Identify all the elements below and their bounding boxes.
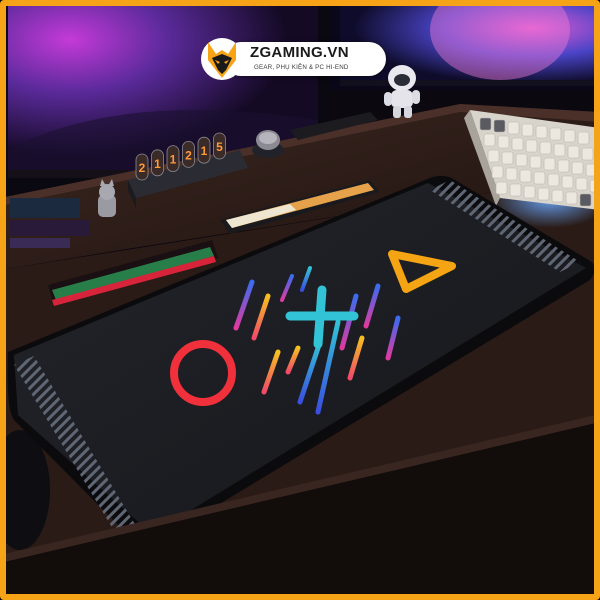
keycap xyxy=(509,183,522,197)
nixie-tube: 1 xyxy=(166,145,180,173)
keycap xyxy=(543,157,556,171)
keycap xyxy=(491,165,504,179)
nixie-digit: 2 xyxy=(139,161,146,175)
nixie-digit: 2 xyxy=(185,148,192,162)
keycap xyxy=(493,119,506,133)
keycap xyxy=(557,159,570,173)
keycap xyxy=(483,133,496,147)
cat-figure xyxy=(98,179,116,217)
keycap xyxy=(539,141,552,155)
nixie-digit: 1 xyxy=(154,157,161,171)
keycap xyxy=(495,181,508,195)
keycap xyxy=(501,151,514,165)
desk-setup-scene: 211215 xyxy=(0,0,600,600)
keycap xyxy=(585,163,598,177)
product-photo: 211215 ZGAMING.VN GEAR, PHỤ KIỆN & PC HI… xyxy=(0,0,600,600)
nixie-digit: 5 xyxy=(216,140,223,154)
keycap xyxy=(549,127,562,141)
keycap xyxy=(525,139,538,153)
nixie-digit: 1 xyxy=(201,144,208,158)
keycap xyxy=(505,167,518,181)
keycap xyxy=(571,161,584,175)
keycap xyxy=(479,117,492,131)
keycap xyxy=(487,149,500,163)
keycap xyxy=(511,137,524,151)
keycap xyxy=(537,187,550,201)
keycap xyxy=(577,131,590,145)
keycap xyxy=(563,129,576,143)
keycap xyxy=(553,143,566,157)
brand-badge: ZGAMING.VN GEAR, PHỤ KIỆN & PC HI-END xyxy=(198,36,388,82)
keycap xyxy=(529,155,542,169)
keycap xyxy=(567,145,580,159)
keycap xyxy=(519,169,532,183)
keycap xyxy=(589,179,600,193)
nixie-tube: 5 xyxy=(213,132,226,160)
keycap xyxy=(575,177,588,191)
keycap xyxy=(561,175,574,189)
nixie-digit: 1 xyxy=(170,153,177,167)
brand-name: ZGAMING.VN xyxy=(250,44,349,61)
nixie-tube: 2 xyxy=(135,153,149,181)
keycap xyxy=(497,135,510,149)
nixie-tube: 1 xyxy=(197,136,211,164)
keycap xyxy=(535,125,548,139)
fox-head-icon xyxy=(198,36,246,82)
brand-tagline: GEAR, PHỤ KIỆN & PC HI-END xyxy=(254,64,349,71)
keycap xyxy=(581,147,594,161)
keycap xyxy=(547,173,560,187)
keycap xyxy=(579,193,592,207)
keycap xyxy=(521,123,534,137)
keycap xyxy=(551,189,564,203)
keycap xyxy=(565,191,578,205)
keycap xyxy=(523,185,536,199)
nixie-tube: 1 xyxy=(151,149,164,177)
nixie-tube: 2 xyxy=(182,140,195,168)
keycap xyxy=(507,121,520,135)
keycap xyxy=(533,171,546,185)
keycap xyxy=(515,153,528,167)
